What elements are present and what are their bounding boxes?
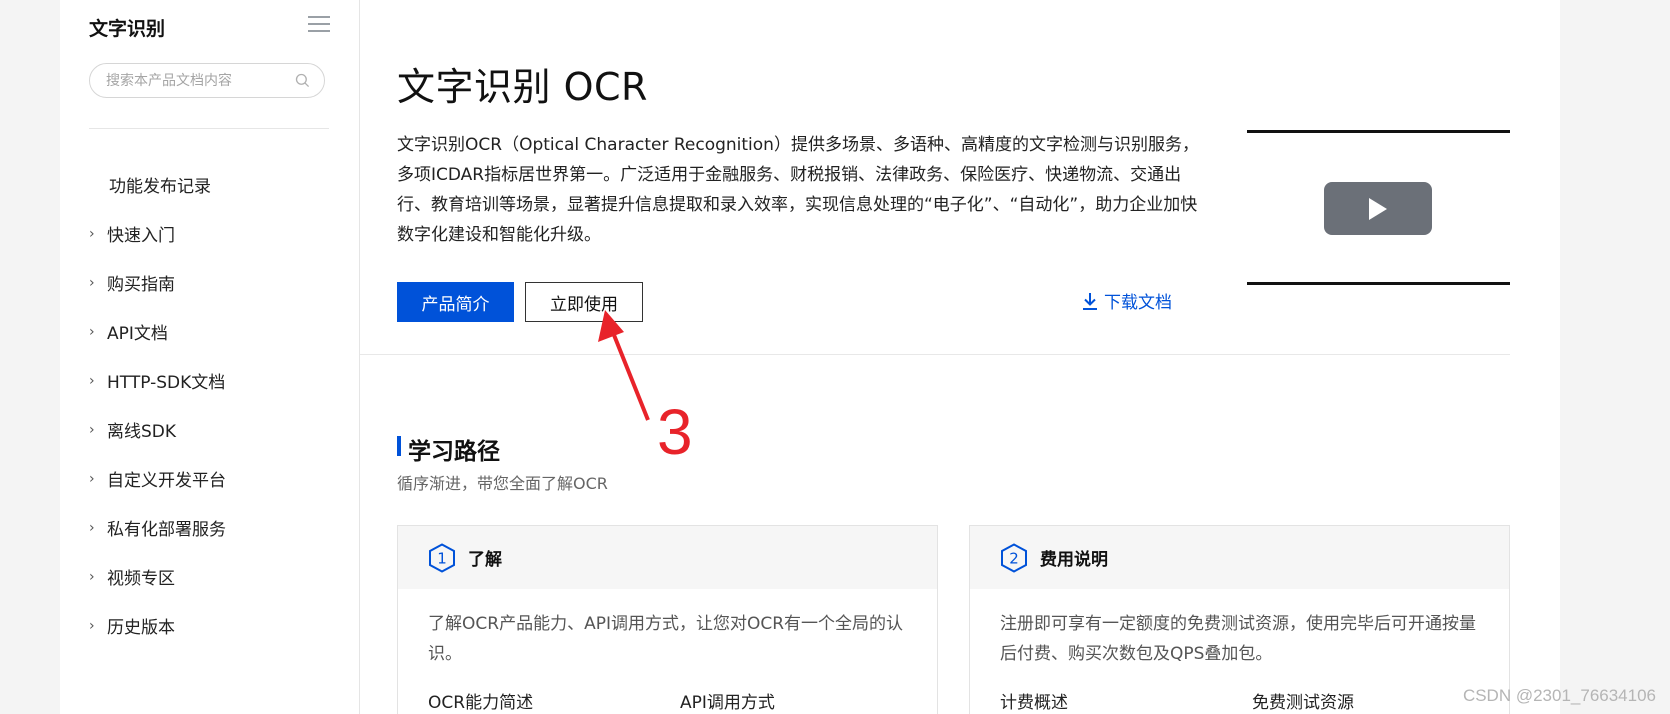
card-body: 注册即可享有一定额度的免费测试资源，使用完毕后可开通按量后付费、购买次数包及QP… xyxy=(1000,614,1476,664)
learning-card-understand: 1 了解 了解OCR产品能力、API调用方式，让您对OCR有一个全局的认识。 O… xyxy=(397,525,938,714)
chevron-right-icon: › xyxy=(89,470,95,487)
card-link-ocr-overview[interactable]: OCR能力简述 xyxy=(428,688,533,713)
download-docs-label: 下载文档 xyxy=(1104,293,1172,313)
sidebar-search xyxy=(89,63,325,98)
card-link-free-resources[interactable]: 免费测试资源 xyxy=(1252,688,1354,713)
chevron-right-icon: › xyxy=(89,274,95,291)
step-number-icon: 1 xyxy=(429,542,455,573)
page: 文字识别 功能发布记录 › 快速入门 › 购买指南 › xyxy=(60,0,1560,714)
sidebar-item-offline-sdk[interactable]: › 离线SDK xyxy=(89,405,349,454)
card-header: 1 了解 xyxy=(398,526,937,589)
sidebar-item-api-docs[interactable]: › API文档 xyxy=(89,307,349,356)
use-now-button[interactable]: 立即使用 xyxy=(525,282,643,322)
card-body: 了解OCR产品能力、API调用方式，让您对OCR有一个全局的认识。 xyxy=(428,614,904,664)
sidebar-nav: 功能发布记录 › 快速入门 › 购买指南 › API文档 › HTTP-SDK文… xyxy=(89,160,349,650)
sidebar-item-video-zone[interactable]: › 视频专区 xyxy=(89,552,349,601)
download-docs-link[interactable]: 下载文档 xyxy=(1080,288,1172,313)
product-intro-button[interactable]: 产品简介 xyxy=(397,282,514,322)
search-icon[interactable] xyxy=(295,73,310,88)
watermark: CSDN @2301_76634106 xyxy=(1462,686,1656,705)
learning-path-subtitle: 循序渐进，带您全面了解OCR xyxy=(397,474,608,493)
sidebar-item-purchase-guide[interactable]: › 购买指南 xyxy=(89,258,349,307)
sidebar-item-custom-platform[interactable]: › 自定义开发平台 xyxy=(89,454,349,503)
play-icon xyxy=(1369,198,1387,220)
card-link-api-call[interactable]: API调用方式 xyxy=(680,688,775,713)
sidebar-item-release-notes[interactable]: 功能发布记录 xyxy=(89,160,349,209)
sidebar-item-private-deploy[interactable]: › 私有化部署服务 xyxy=(89,503,349,552)
sidebar-item-label: API文档 xyxy=(107,324,168,344)
product-description: 文字识别OCR（Optical Character Recognition）提供… xyxy=(397,135,1199,245)
sidebar-item-label: 购买指南 xyxy=(107,275,175,295)
card-header: 2 费用说明 xyxy=(970,526,1509,589)
page-title: 文字识别 OCR xyxy=(397,65,648,109)
sidebar-item-label: 历史版本 xyxy=(107,618,175,638)
learning-card-pricing: 2 费用说明 注册即可享有一定额度的免费测试资源，使用完毕后可开通按量后付费、购… xyxy=(969,525,1510,714)
card-link-billing-overview[interactable]: 计费概述 xyxy=(1000,688,1068,713)
step-number: 1 xyxy=(437,549,447,567)
annotation-number: 3 xyxy=(657,396,693,468)
sidebar-item-quick-start[interactable]: › 快速入门 xyxy=(89,209,349,258)
sidebar-item-http-sdk[interactable]: › HTTP-SDK文档 xyxy=(89,356,349,405)
sidebar-item-history-versions[interactable]: › 历史版本 xyxy=(89,601,349,650)
step-number-icon: 2 xyxy=(1001,542,1027,573)
chevron-right-icon: › xyxy=(89,323,95,340)
chevron-right-icon: › xyxy=(89,617,95,634)
sidebar-item-label: 快速入门 xyxy=(107,226,175,246)
play-button[interactable] xyxy=(1324,182,1432,235)
search-input[interactable] xyxy=(106,64,286,97)
learning-path-title: 学习路径 xyxy=(397,432,500,466)
card-title: 了解 xyxy=(468,550,502,570)
download-icon xyxy=(1083,292,1097,310)
sidebar-item-label: 离线SDK xyxy=(107,422,177,442)
sidebar-item-label: 自定义开发平台 xyxy=(107,471,226,491)
main-content: 文字识别 OCR 文字识别OCR（Optical Character Recog… xyxy=(360,0,1560,714)
sidebar-title: 文字识别 xyxy=(89,18,166,40)
sidebar-item-label: 视频专区 xyxy=(107,569,175,589)
card-title: 费用说明 xyxy=(1040,550,1108,570)
chevron-right-icon: › xyxy=(89,568,95,585)
sidebar: 文字识别 功能发布记录 › 快速入门 › 购买指南 › xyxy=(60,0,360,714)
menu-collapse-icon[interactable] xyxy=(308,16,330,32)
sidebar-item-label: HTTP-SDK文档 xyxy=(107,373,226,393)
step-number: 2 xyxy=(1009,549,1019,567)
sidebar-divider xyxy=(89,128,329,129)
chevron-right-icon: › xyxy=(89,225,95,242)
video-player[interactable] xyxy=(1247,130,1510,285)
sidebar-item-label: 功能发布记录 xyxy=(109,177,211,197)
sidebar-item-label: 私有化部署服务 xyxy=(107,520,226,540)
chevron-right-icon: › xyxy=(89,519,95,536)
chevron-right-icon: › xyxy=(89,372,95,389)
chevron-right-icon: › xyxy=(89,421,95,438)
section-divider xyxy=(360,354,1510,355)
